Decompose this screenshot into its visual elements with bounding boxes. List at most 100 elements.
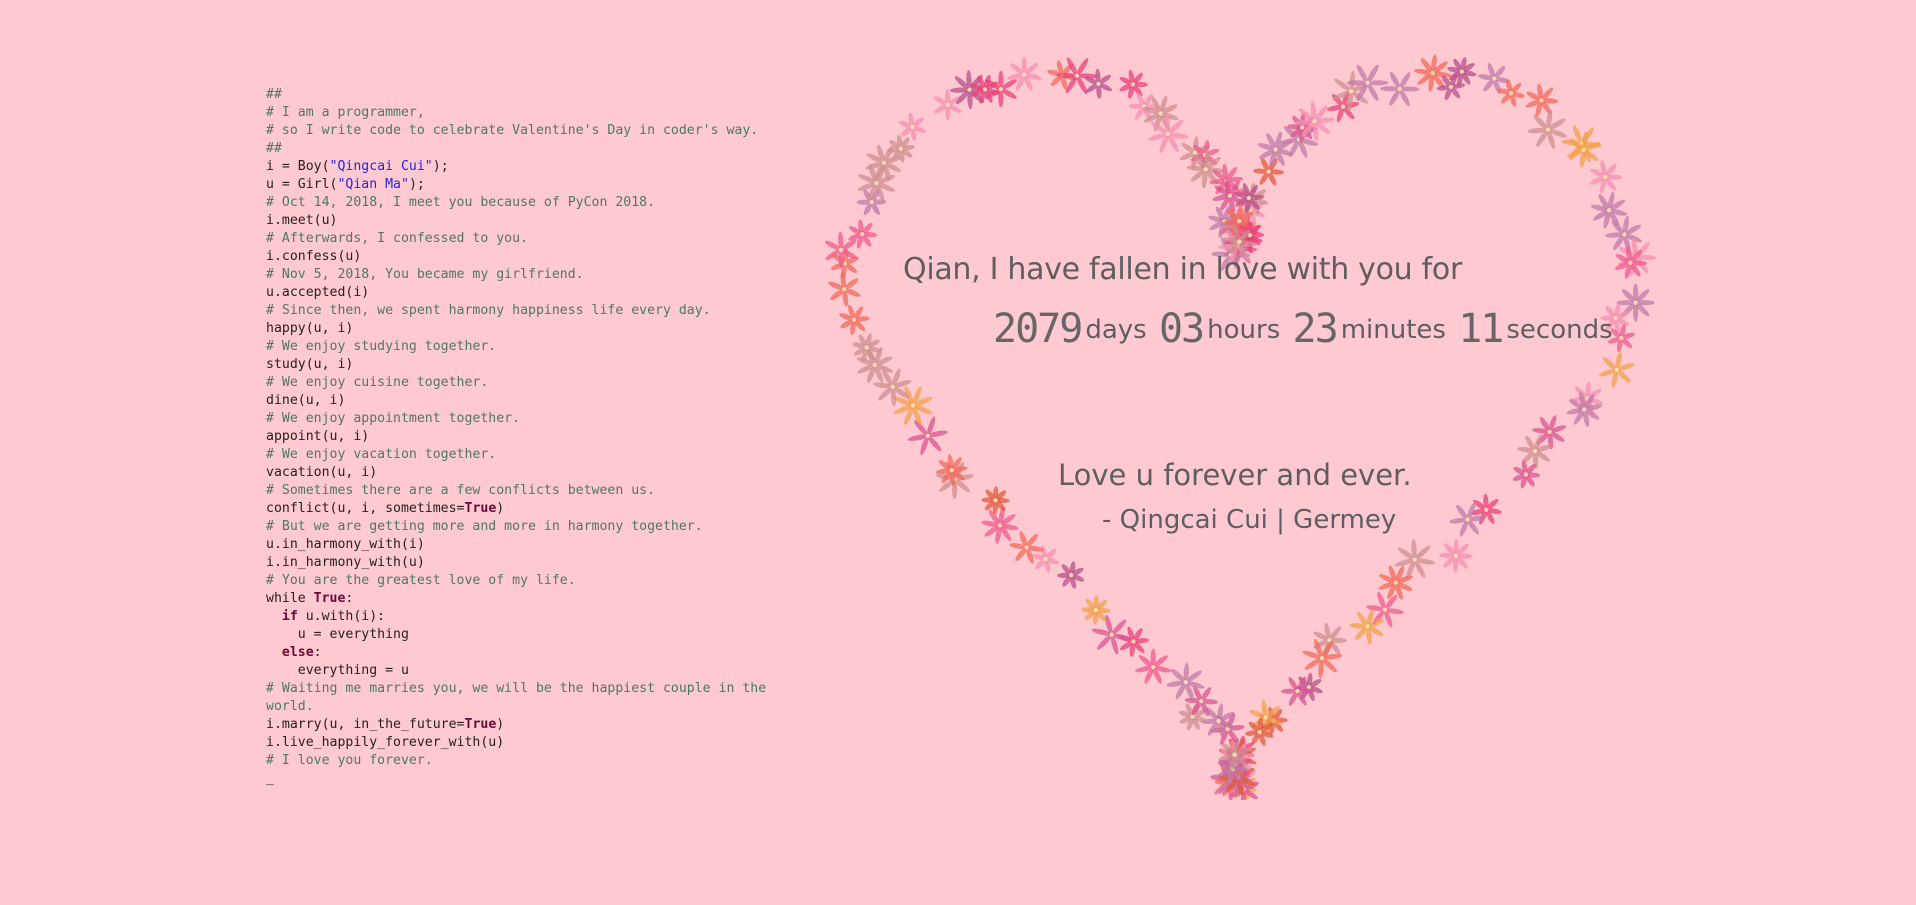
code-line: # But we are getting more and more in ha…	[266, 518, 806, 536]
code-line: # We enjoy cuisine together.	[266, 374, 806, 392]
code-token: i.marry(u, in_the_future=	[266, 717, 465, 732]
code-token: );	[432, 159, 449, 174]
code-token: True	[313, 591, 346, 606]
heart-of-flowers-icon	[824, 54, 1657, 800]
code-token: i.live_happily_forever_with(u)	[266, 735, 505, 750]
code-line: # Nov 5, 2018, You became my girlfriend.	[266, 266, 806, 284]
code-line: # We enjoy appointment together.	[266, 410, 806, 428]
code-line: while True:	[266, 590, 806, 608]
days-value: 2079	[993, 306, 1083, 352]
code-line: i.marry(u, in_the_future=True)	[266, 716, 806, 734]
code-token: u.with(i):	[297, 609, 386, 624]
flower-heart	[810, 0, 1670, 800]
flower	[1589, 160, 1623, 194]
code-token: # I love you forever.	[266, 753, 433, 768]
code-token: # so I write code to celebrate Valentine…	[266, 123, 759, 138]
code-token: dine(u, i)	[266, 393, 346, 408]
flower	[1057, 561, 1085, 589]
code-token: # You are the greatest love of my life.	[266, 573, 576, 588]
code-line: u.accepted(i)	[266, 284, 806, 302]
flower	[981, 486, 1010, 515]
code-token: else	[281, 645, 314, 660]
code-token: # Oct 14, 2018, I meet you because of Py…	[266, 195, 656, 210]
code-line: # Since then, we spent harmony happiness…	[266, 302, 806, 320]
code-token: study(u, i)	[266, 357, 354, 372]
flower	[1525, 83, 1559, 117]
seconds-value: 11	[1458, 306, 1504, 352]
code-token: u = everything	[266, 627, 409, 642]
code-token: i.confess(u)	[266, 249, 362, 264]
seconds-label: seconds	[1506, 315, 1613, 345]
code-token: # We enjoy cuisine together.	[266, 375, 489, 390]
code-line: study(u, i)	[266, 356, 806, 374]
code-token: # Nov 5, 2018, You became my girlfriend.	[266, 267, 584, 282]
code-line: conflict(u, i, sometimes=True)	[266, 500, 806, 518]
code-line: i.in_harmony_with(u)	[266, 554, 806, 572]
code-token: # But we are getting more and more in ha…	[266, 519, 703, 534]
code-line: # We enjoy vacation together.	[266, 446, 806, 464]
code-token: u.in_harmony_with(i)	[266, 537, 425, 552]
code-token: # Since then, we spent harmony happiness…	[266, 303, 711, 318]
code-token: True	[464, 717, 497, 732]
code-line: ##	[266, 140, 806, 158]
code-line: u = Girl("Qian Ma");	[266, 176, 806, 194]
code-token: if	[281, 609, 298, 624]
text-cursor: _	[266, 771, 274, 786]
code-line: dine(u, i)	[266, 392, 806, 410]
love-message: Qian, I have fallen in love with you for	[903, 252, 1462, 287]
code-token: :	[345, 591, 354, 606]
minutes-value: 23	[1292, 306, 1339, 352]
code-token: # Afterwards, I confessed to you.	[266, 231, 529, 246]
code-line: # so I write code to celebrate Valentine…	[266, 122, 806, 140]
code-token: u.accepted(i)	[266, 285, 370, 300]
code-token: ##	[266, 141, 282, 156]
flower	[1566, 391, 1602, 428]
code-token: "Qian Ma"	[337, 177, 409, 192]
code-token: i.in_harmony_with(u)	[266, 555, 425, 570]
code-token: # We enjoy vacation together.	[266, 447, 497, 462]
code-token: );	[408, 177, 425, 192]
code-editor: ## # I am a programmer, # so I write code …	[266, 86, 806, 788]
love-timer: 2079 days 03 hours 23 minutes 11 seconds	[993, 306, 1617, 352]
signature: - Qingcai Cui | Germey	[1102, 505, 1397, 535]
code-line: # I am a programmer,	[266, 104, 806, 122]
days-label: days	[1085, 315, 1147, 345]
code-token: )	[496, 717, 505, 732]
code-token: i = Boy(	[266, 159, 330, 174]
flower	[935, 454, 968, 487]
code-line: i.confess(u)	[266, 248, 806, 266]
code-line: if u.with(i):	[266, 608, 806, 626]
code-line: everything = u	[266, 662, 806, 680]
code-line: # Oct 14, 2018, I meet you because of Py…	[266, 194, 806, 212]
code-line: vacation(u, i)	[266, 464, 806, 482]
code-token: # We enjoy studying together.	[266, 339, 497, 354]
code-token: # I am a programmer,	[266, 105, 425, 120]
code-token: everything = u	[266, 663, 409, 678]
code-line: u.in_harmony_with(i)	[266, 536, 806, 554]
code-line: _	[266, 770, 806, 788]
flower	[1439, 538, 1473, 573]
code-token: # Waiting me marries you, we will be the…	[266, 681, 775, 714]
flower	[1598, 351, 1635, 389]
code-line: u = everything	[266, 626, 806, 644]
code-token: ##	[266, 87, 282, 102]
flower	[848, 219, 878, 249]
code-line: # Sometimes there are a few conflicts be…	[266, 482, 806, 500]
code-line: i.live_happily_forever_with(u)	[266, 734, 806, 752]
code-line: # We enjoy studying together.	[266, 338, 806, 356]
code-token: # We enjoy appointment together.	[266, 411, 521, 426]
code-line: i = Boy("Qingcai Cui");	[266, 158, 806, 176]
code-token: # Sometimes there are a few conflicts be…	[266, 483, 656, 498]
code-line: # You are the greatest love of my life.	[266, 572, 806, 590]
code-line: happy(u, i)	[266, 320, 806, 338]
flower	[981, 506, 1019, 544]
flower	[1566, 131, 1601, 168]
minutes-label: minutes	[1340, 315, 1446, 345]
code-token: vacation(u, i)	[266, 465, 378, 480]
code-token: "Qingcai Cui"	[329, 159, 433, 174]
code-token: while	[266, 591, 314, 606]
code-line: appoint(u, i)	[266, 428, 806, 446]
code-token: True	[464, 501, 497, 516]
code-line: # I love you forever.	[266, 752, 806, 770]
